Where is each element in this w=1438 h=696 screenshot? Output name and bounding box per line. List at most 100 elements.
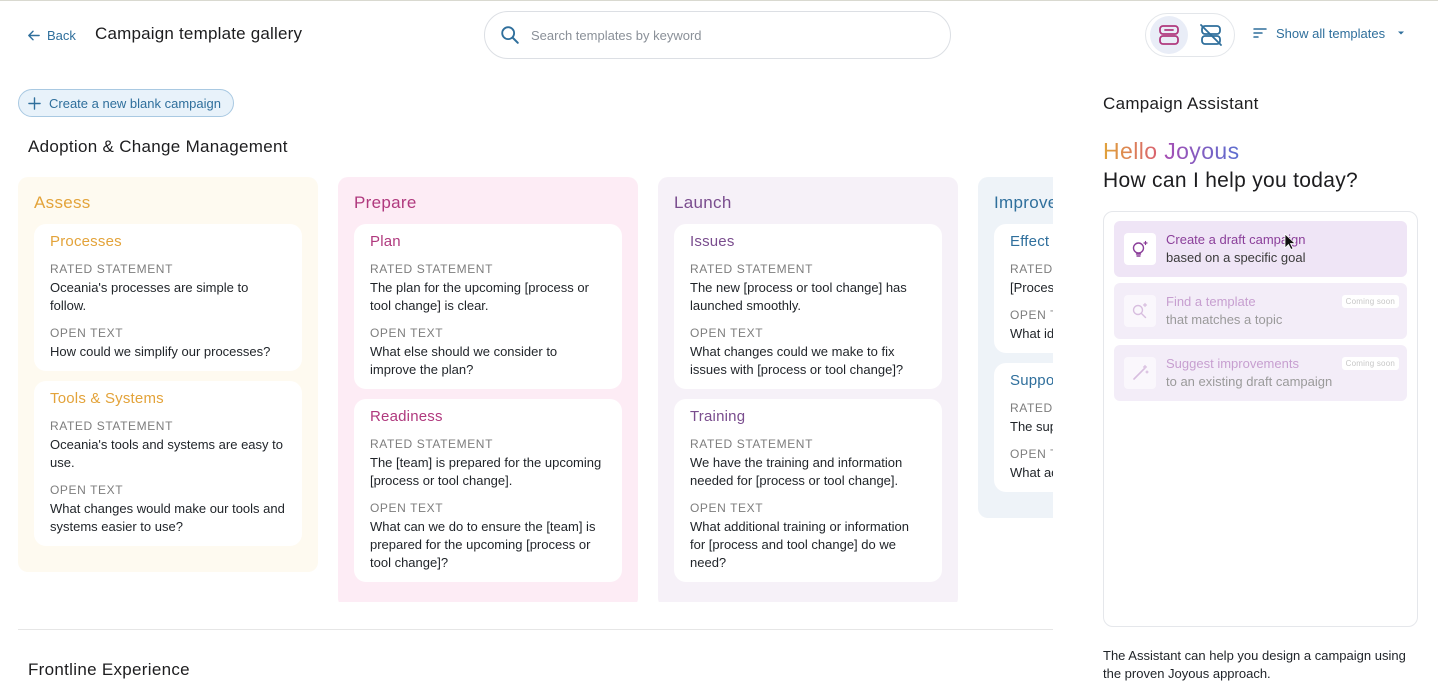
rated-statement-label: RATED	[1010, 401, 1053, 415]
coming-soon-badge: Coming soon	[1341, 295, 1399, 308]
assistant-on-button[interactable]	[1150, 16, 1188, 54]
open-text-label: OPEN TEXT	[690, 501, 764, 515]
rated-statement-text: The new [process or tool change] has lau…	[690, 280, 907, 313]
option-line1: Suggest improvements	[1166, 356, 1299, 371]
back-label: Back	[47, 27, 76, 43]
template-card[interactable]: Suppo RATED The sup tool cha OPEN T What ac …	[994, 363, 1053, 492]
magic-wand-icon	[1124, 357, 1156, 389]
filter-label: Show all templates	[1276, 25, 1386, 41]
rated-statement-label: RATED STATEMENT	[370, 262, 493, 276]
rated-statement-text: The sup tool cha	[1010, 419, 1053, 434]
search-bar[interactable]	[484, 11, 951, 59]
mouse-cursor-icon	[1284, 233, 1296, 251]
open-text-question: How could we simplify our processes?	[50, 344, 271, 359]
filter-dropdown[interactable]: Show all templates	[1252, 25, 1407, 41]
filter-lines-icon	[1253, 28, 1267, 38]
plus-icon	[28, 96, 41, 110]
assistant-panel: Campaign Assistant Hello Joyous How can …	[1053, 60, 1438, 696]
open-text-question: What else should we consider to improve …	[370, 344, 558, 377]
rated-statement-text: The plan for the upcoming [process or to…	[370, 280, 589, 313]
open-text-question: What can we do to ensure the [team] is p…	[370, 519, 596, 570]
search-sparkle-icon	[1124, 295, 1156, 327]
card-title: Effect	[1010, 233, 1050, 250]
open-text-question: What ac conside change	[1010, 465, 1053, 480]
card-title: Processes	[50, 233, 122, 250]
assistant-question: How can I help you today?	[1103, 169, 1358, 192]
assistant-off-icon	[1200, 24, 1222, 46]
rated-statement-label: RATED STATEMENT	[370, 437, 493, 451]
search-input[interactable]	[531, 27, 911, 43]
back-button[interactable]: Back	[26, 25, 76, 45]
coming-soon-badge: Coming soon	[1341, 357, 1399, 370]
open-text-label: OPEN TEXT	[370, 326, 444, 340]
column-title: Launch	[674, 193, 732, 212]
rated-statement-label: RATED STATEMENT	[50, 419, 173, 433]
rated-statement-label: RATED STATEMENT	[50, 262, 173, 276]
option-create-draft[interactable]: Create a draft campaign based on a speci…	[1114, 221, 1407, 277]
template-card[interactable]: Issues RATED STATEMENT The new [process or…	[674, 224, 942, 389]
open-text-question: What changes could we make to fix issues…	[690, 344, 904, 377]
column-title: Improve	[994, 193, 1053, 212]
column-improve: Improve Effect RATED [Proces [achiev OPEN T W…	[978, 177, 1053, 518]
top-border	[0, 0, 1438, 1]
column-prepare: Prepare Plan RATED STATEMENT The plan for t…	[338, 177, 638, 602]
template-card[interactable]: Processes RATED STATEMENT Oceania's proces…	[34, 224, 302, 371]
open-text-label: OPEN T	[1010, 308, 1053, 322]
open-text-label: OPEN TEXT	[370, 501, 444, 515]
lightbulb-sparkle-icon	[1124, 233, 1156, 265]
open-text-label: OPEN TEXT	[50, 326, 124, 340]
section-title: Frontline Experience	[28, 660, 190, 679]
rated-statement-text: We have the training and information nee…	[690, 455, 903, 488]
open-text-label: OPEN TEXT	[690, 326, 764, 340]
rated-statement-label: RATED STATEMENT	[690, 262, 813, 276]
card-title: Suppo	[1010, 372, 1053, 389]
page-title: Campaign template gallery	[95, 24, 303, 43]
option-find-template[interactable]: Find a template that matches a topic Com…	[1114, 283, 1407, 339]
arrow-left-icon	[28, 30, 40, 40]
card-title: Readiness	[370, 408, 443, 425]
assistant-footer-text: The Assistant can help you design a camp…	[1103, 648, 1406, 681]
assistant-greeting: Hello Joyous	[1103, 138, 1240, 165]
template-card[interactable]: Tools & Systems RATED STATEMENT Oceania's …	[34, 381, 302, 546]
create-blank-campaign-button[interactable]: Create a new blank campaign	[18, 89, 234, 117]
option-line1: Find a template	[1166, 294, 1256, 309]
open-text-question: What id [proces	[1010, 326, 1053, 341]
open-text-label: OPEN T	[1010, 447, 1053, 461]
column-title: Assess	[34, 193, 91, 212]
rated-statement-text: The [team] is prepared for the upcoming …	[370, 455, 602, 488]
template-card[interactable]: Effect RATED [Proces [achiev OPEN T What id …	[994, 224, 1053, 353]
open-text-question: What additional training or information …	[690, 519, 909, 570]
robot-assistant-icon	[1159, 25, 1179, 45]
open-text-question: What changes would make our tools and sy…	[50, 501, 285, 534]
card-title: Training	[690, 408, 746, 425]
rated-statement-label: RATED STATEMENT	[690, 437, 813, 451]
option-suggest-improvements[interactable]: Suggest improvements to an existing draf…	[1114, 345, 1407, 401]
column-launch: Launch Issues RATED STATEMENT The new [proc…	[658, 177, 958, 602]
view-toggle	[1145, 13, 1235, 57]
assistant-off-button[interactable]	[1192, 16, 1230, 54]
template-columns: Assess Processes RATED STATEMENT Oceania's …	[18, 177, 1053, 602]
assistant-options: Create a draft campaign based on a speci…	[1103, 211, 1418, 627]
card-title: Plan	[370, 233, 401, 250]
rated-statement-label: RATED	[1010, 262, 1053, 276]
template-card[interactable]: Plan RATED STATEMENT The plan for the upco…	[354, 224, 622, 389]
rated-statement-text: Oceania's tools and systems are easy to …	[50, 437, 283, 470]
assistant-title: Campaign Assistant	[1103, 94, 1259, 113]
column-title: Prepare	[354, 193, 417, 212]
section-title: Adoption & Change Management	[28, 137, 288, 156]
option-line2: that matches a topic	[1166, 312, 1283, 327]
option-line2: to an existing draft campaign	[1166, 374, 1333, 389]
rated-statement-text: Oceania's processes are simple to follow…	[50, 280, 249, 313]
greeting-name: Joyous	[1164, 138, 1240, 164]
card-title: Issues	[690, 233, 735, 250]
option-line2: based on a specific goal	[1166, 250, 1306, 265]
section-divider	[18, 629, 1053, 630]
template-card[interactable]: Training RATED STATEMENT We have the train…	[674, 399, 942, 582]
search-icon	[501, 26, 519, 44]
template-card[interactable]: Readiness RATED STATEMENT The [team] is pr…	[354, 399, 622, 582]
column-assess: Assess Processes RATED STATEMENT Oceania's …	[18, 177, 318, 572]
caret-down-icon	[1398, 31, 1405, 35]
greeting-word: Hello	[1103, 138, 1158, 164]
card-title: Tools & Systems	[50, 390, 164, 407]
open-text-label: OPEN TEXT	[50, 483, 124, 497]
